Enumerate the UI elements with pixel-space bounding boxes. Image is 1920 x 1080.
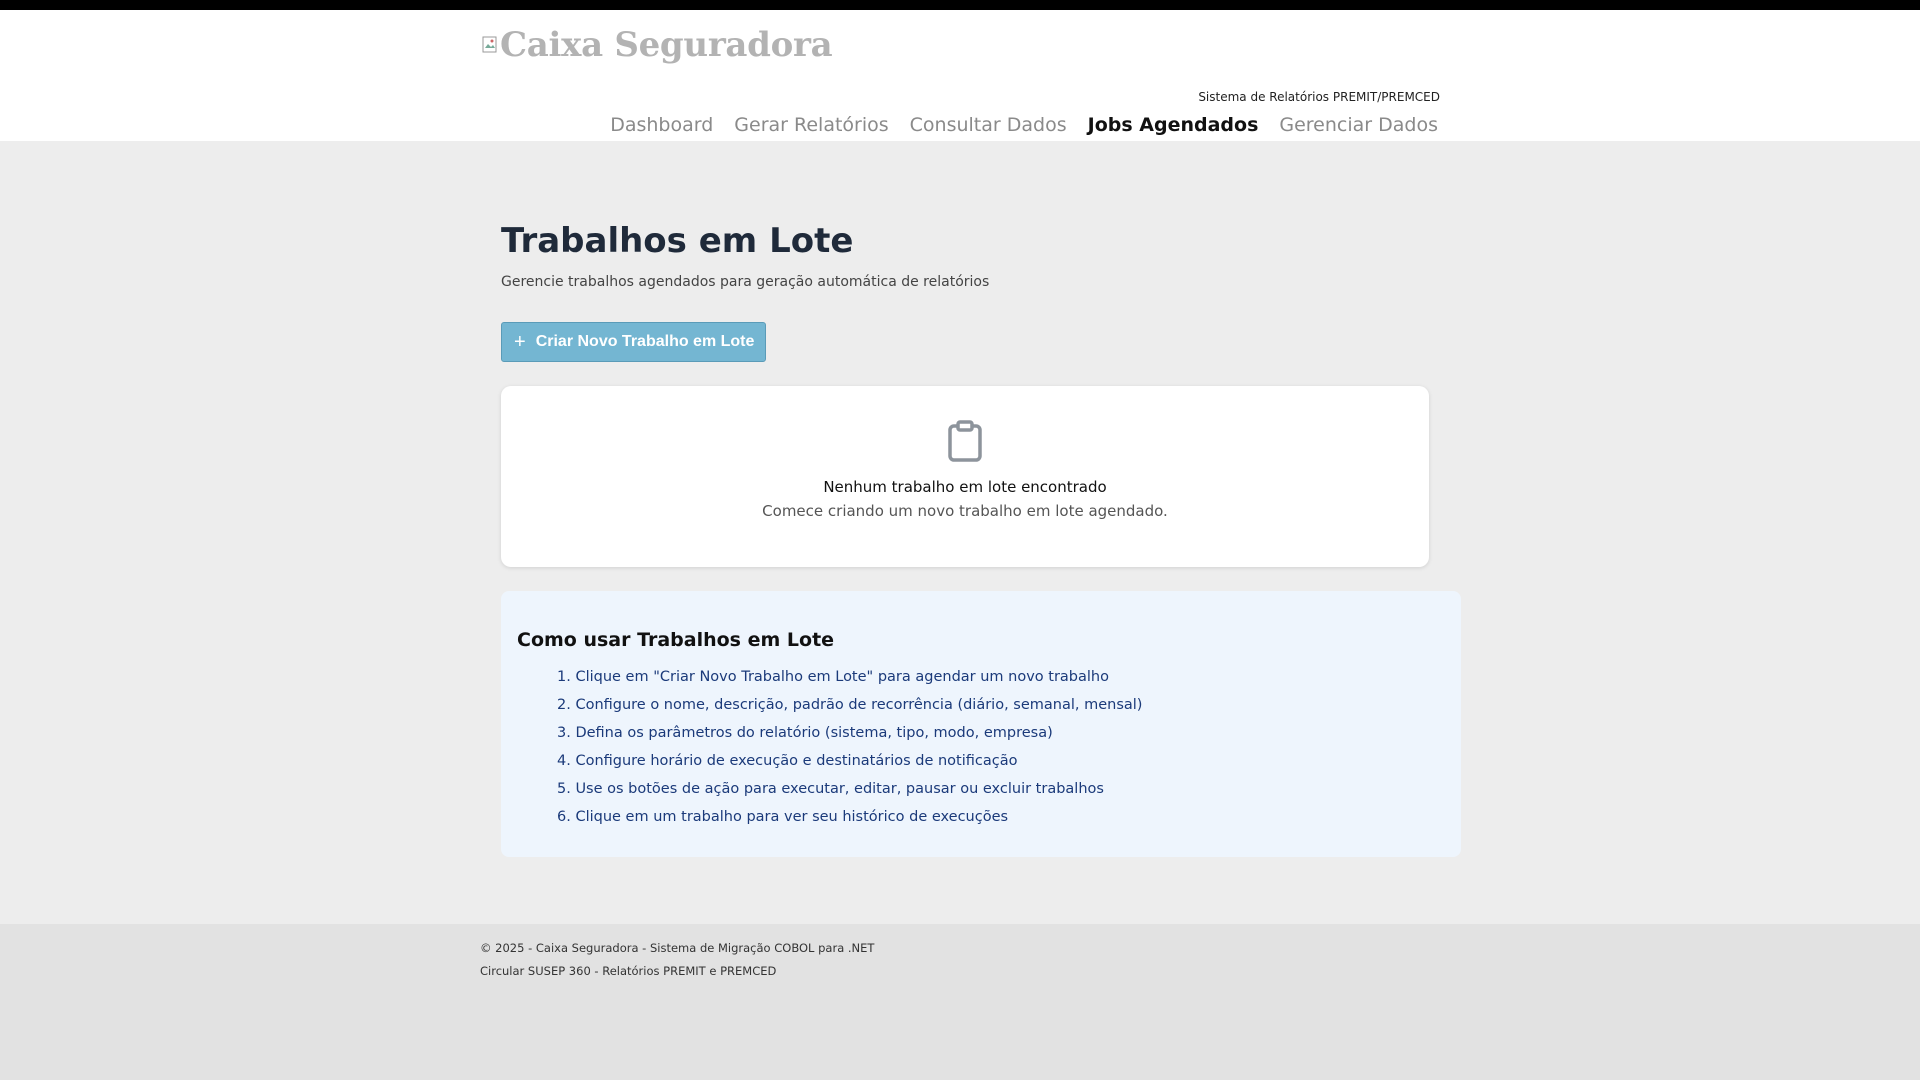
howto-step: 3. Defina os parâmetros do relatório (si…	[557, 725, 1053, 741]
nav-gerar-relatorios[interactable]: Gerar Relatórios	[734, 114, 888, 136]
howto-step: 1. Clique em "Criar Novo Trabalho em Lot…	[557, 669, 1109, 685]
howto-steps: 1. Clique em "Criar Novo Trabalho em Lot…	[557, 668, 1142, 836]
howto-step: 2. Configure o nome, descrição, padrão d…	[557, 697, 1143, 713]
nav-consultar-dados[interactable]: Consultar Dados	[910, 114, 1067, 136]
logo[interactable]: Caixa Seguradora	[482, 25, 833, 65]
empty-state-title: Nenhum trabalho em lote encontrado	[823, 478, 1107, 496]
create-batch-job-label: Criar Novo Trabalho em Lote	[535, 333, 755, 350]
system-subtitle: Sistema de Relatórios PREMIT/PREMCED	[1198, 90, 1440, 104]
howto-step: 6. Clique em um trabalho para ver seu hi…	[557, 809, 1009, 825]
footer-copyright: © 2025 - Caixa Seguradora - Sistema de M…	[480, 941, 875, 955]
logo-text: Caixa Seguradora	[500, 25, 833, 65]
broken-image-icon	[482, 36, 498, 54]
howto-step: 4. Configure horário de execução e desti…	[557, 753, 1018, 769]
clipboard-icon	[947, 420, 983, 466]
main-content: Trabalhos em Lote Gerencie trabalhos age…	[0, 141, 1920, 924]
nav-jobs-agendados[interactable]: Jobs Agendados	[1088, 114, 1259, 136]
create-batch-job-button[interactable]: + Criar Novo Trabalho em Lote	[501, 322, 766, 362]
top-bar	[0, 0, 1920, 10]
empty-state-subtitle: Comece criando um novo trabalho em lote …	[762, 502, 1168, 520]
plus-icon: +	[514, 331, 526, 353]
howto-title: Como usar Trabalhos em Lote	[517, 629, 835, 651]
page-title: Trabalhos em Lote	[501, 221, 854, 261]
site-header: Caixa Seguradora Sistema de Relatórios P…	[0, 10, 1920, 141]
nav-dashboard[interactable]: Dashboard	[610, 114, 713, 136]
site-footer: © 2025 - Caixa Seguradora - Sistema de M…	[0, 924, 1920, 1080]
page-description: Gerencie trabalhos agendados para geraçã…	[501, 274, 990, 290]
nav-gerenciar-dados[interactable]: Gerenciar Dados	[1279, 114, 1438, 136]
footer-circular: Circular SUSEP 360 - Relatórios PREMIT e…	[480, 964, 777, 978]
empty-state-card: Nenhum trabalho em lote encontrado Comec…	[501, 386, 1429, 567]
howto-step: 5. Use os botões de ação para executar, …	[557, 781, 1104, 797]
howto-panel: Como usar Trabalhos em Lote 1. Clique em…	[501, 591, 1461, 857]
main-nav: Dashboard Gerar Relatórios Consultar Dad…	[610, 114, 1438, 136]
